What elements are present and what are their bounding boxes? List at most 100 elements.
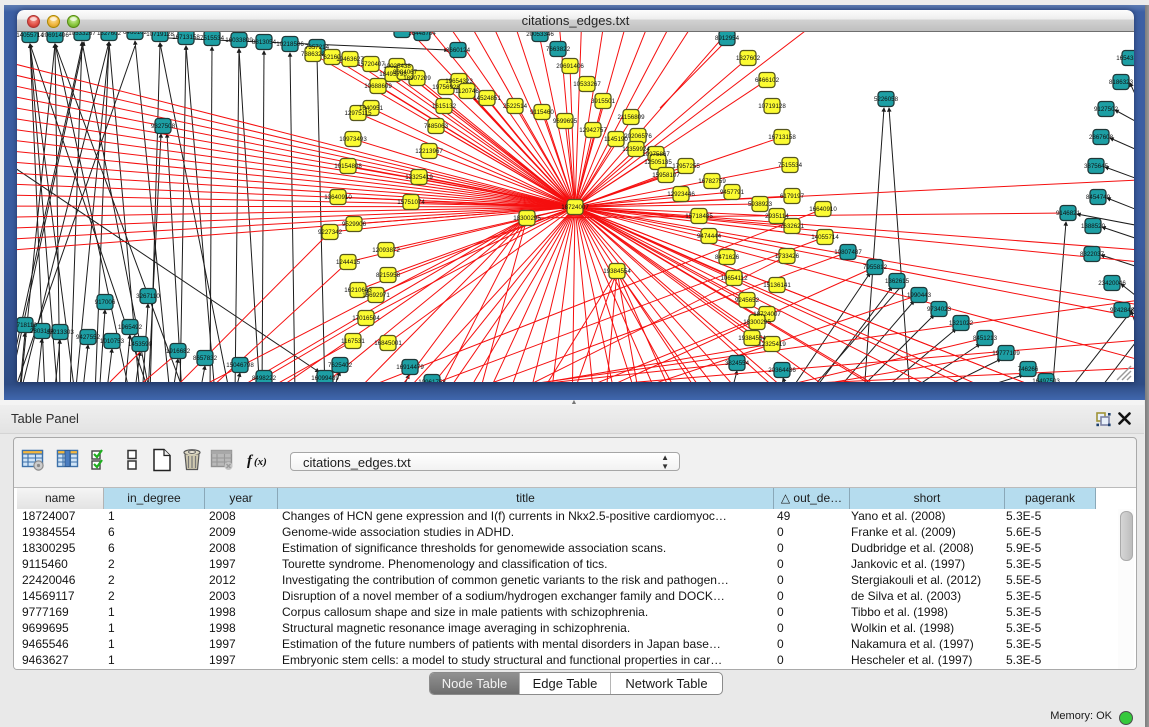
svg-text:6179197: 6179197 xyxy=(780,193,805,200)
svg-text:1990443: 1990443 xyxy=(907,292,932,299)
svg-text:18907209: 18907209 xyxy=(403,75,431,82)
svg-text:7625402: 7625402 xyxy=(328,362,353,369)
svg-text:16713158: 16713158 xyxy=(768,134,796,141)
svg-text:10218506: 10218506 xyxy=(276,41,304,48)
svg-text:8322037: 8322037 xyxy=(1080,251,1105,258)
svg-text:10961758: 10961758 xyxy=(418,379,446,382)
svg-text:12325419: 12325419 xyxy=(758,341,786,348)
svg-text:8215958: 8215958 xyxy=(376,272,401,279)
svg-text:16845001: 16845001 xyxy=(374,340,402,347)
svg-text:15136141: 15136141 xyxy=(763,282,791,289)
svg-text:7357214: 7357214 xyxy=(305,44,330,51)
svg-text:1327602: 1327602 xyxy=(736,55,761,62)
svg-text:f: f xyxy=(247,453,254,469)
svg-text:17957255: 17957255 xyxy=(672,163,700,170)
svg-text:14055714: 14055714 xyxy=(811,234,839,241)
svg-text:12213303: 12213303 xyxy=(46,329,74,336)
svg-text:21156809: 21156809 xyxy=(617,114,645,121)
svg-text:1327602: 1327602 xyxy=(97,32,122,37)
svg-text:18724007: 18724007 xyxy=(753,311,781,318)
svg-text:19777109: 19777109 xyxy=(992,350,1020,357)
svg-text:5938923: 5938923 xyxy=(748,201,773,208)
svg-text:8454749: 8454749 xyxy=(1086,194,1111,201)
svg-text:917006: 917006 xyxy=(95,299,116,306)
svg-text:1321022: 1321022 xyxy=(949,320,974,327)
svg-text:8186323: 8186323 xyxy=(1109,79,1134,86)
svg-text:9115460: 9115460 xyxy=(530,109,554,116)
svg-text:9227342: 9227342 xyxy=(318,229,343,236)
svg-text:20691406: 20691406 xyxy=(41,32,69,39)
svg-text:12505135: 12505135 xyxy=(644,159,672,166)
svg-text:7632621: 7632621 xyxy=(780,223,805,230)
svg-text:3915501: 3915501 xyxy=(591,98,616,105)
svg-text:9699695: 9699695 xyxy=(553,118,578,125)
svg-text:7515534: 7515534 xyxy=(778,162,803,169)
svg-text:746266: 746266 xyxy=(1018,366,1039,373)
svg-text:1244415: 1244415 xyxy=(336,259,361,266)
svg-text:18724007: 18724007 xyxy=(561,204,589,211)
svg-text:20053346: 20053346 xyxy=(526,32,554,38)
svg-text:9127502: 9127502 xyxy=(1094,106,1119,113)
svg-text:23420046: 23420046 xyxy=(1098,280,1126,287)
svg-text:1167531: 1167531 xyxy=(341,338,365,345)
svg-text:10154808: 10154808 xyxy=(334,163,362,170)
svg-text:1010753: 1010753 xyxy=(100,338,125,345)
svg-text:15718485: 15718485 xyxy=(685,213,713,220)
svg-text:16099489: 16099489 xyxy=(311,375,339,382)
svg-text:10719128: 10719128 xyxy=(146,32,174,38)
svg-text:2867608: 2867608 xyxy=(1089,134,1114,141)
svg-text:6466102: 6466102 xyxy=(123,32,148,36)
svg-text:15958107: 15958107 xyxy=(652,172,680,179)
svg-text:1388520: 1388520 xyxy=(1081,223,1106,230)
svg-text:7955812: 7955812 xyxy=(863,264,888,271)
svg-text:12942757: 12942757 xyxy=(579,127,607,134)
svg-text:5226058: 5226058 xyxy=(874,96,899,103)
svg-text:18300295: 18300295 xyxy=(743,319,771,326)
svg-text:13640910: 13640910 xyxy=(324,194,352,201)
svg-text:12975115: 12975115 xyxy=(344,110,372,117)
svg-text:3824554: 3824554 xyxy=(725,360,750,367)
svg-text:1733426: 1733426 xyxy=(775,253,800,260)
svg-text:1362615: 1362615 xyxy=(885,278,910,285)
svg-text:19384554: 19384554 xyxy=(603,268,631,275)
svg-text:8451213: 8451213 xyxy=(973,335,998,342)
svg-text:9084067: 9084067 xyxy=(393,69,418,76)
svg-text:9734023: 9734023 xyxy=(927,306,952,313)
svg-text:16713158: 16713158 xyxy=(172,34,200,41)
svg-text:10973493: 10973493 xyxy=(339,136,367,143)
svg-text:20691406: 20691406 xyxy=(556,63,584,70)
svg-text:6466102: 6466102 xyxy=(755,77,780,84)
svg-text:10654112: 10654112 xyxy=(720,275,748,282)
svg-text:19654323: 19654323 xyxy=(445,78,473,85)
svg-text:7485063: 7485063 xyxy=(424,123,449,130)
svg-text:13325419: 13325419 xyxy=(405,174,433,181)
svg-text:16782759: 16782759 xyxy=(698,178,726,185)
svg-text:2522514: 2522514 xyxy=(503,103,528,110)
svg-text:12213967: 12213967 xyxy=(415,148,443,155)
svg-text:8912954: 8912954 xyxy=(715,35,740,42)
svg-text:8498222: 8498222 xyxy=(252,375,277,382)
svg-text:9245652: 9245652 xyxy=(735,297,760,304)
svg-text:16448784: 16448784 xyxy=(408,32,436,37)
svg-text:9242848: 9242848 xyxy=(1110,307,1134,314)
svg-text:15692971: 15692971 xyxy=(362,292,390,299)
svg-text:7386322: 7386322 xyxy=(301,51,326,58)
svg-text:15720407: 15720407 xyxy=(357,61,385,68)
svg-text:14524851: 14524851 xyxy=(473,95,501,102)
svg-text:16640910: 16640910 xyxy=(809,206,837,213)
svg-text:18300295: 18300295 xyxy=(513,215,541,222)
svg-text:8471626: 8471626 xyxy=(715,254,740,261)
svg-text:3875645: 3875645 xyxy=(1084,163,1109,170)
svg-text:16497503: 16497503 xyxy=(1032,378,1060,382)
svg-text:10975867: 10975867 xyxy=(642,151,670,158)
svg-text:10688609: 10688609 xyxy=(364,83,392,90)
svg-text:3267110: 3267110 xyxy=(136,293,160,300)
svg-text:15046798: 15046798 xyxy=(226,362,254,369)
svg-text:7515534: 7515534 xyxy=(200,35,225,42)
svg-text:15751074: 15751074 xyxy=(397,199,425,206)
svg-text:1615132: 1615132 xyxy=(432,103,457,110)
svg-text:16914479: 16914479 xyxy=(396,364,424,371)
svg-text:10719128: 10719128 xyxy=(758,103,786,110)
svg-text:8813054: 8813054 xyxy=(252,39,277,46)
svg-text:9457791: 9457791 xyxy=(720,189,745,196)
